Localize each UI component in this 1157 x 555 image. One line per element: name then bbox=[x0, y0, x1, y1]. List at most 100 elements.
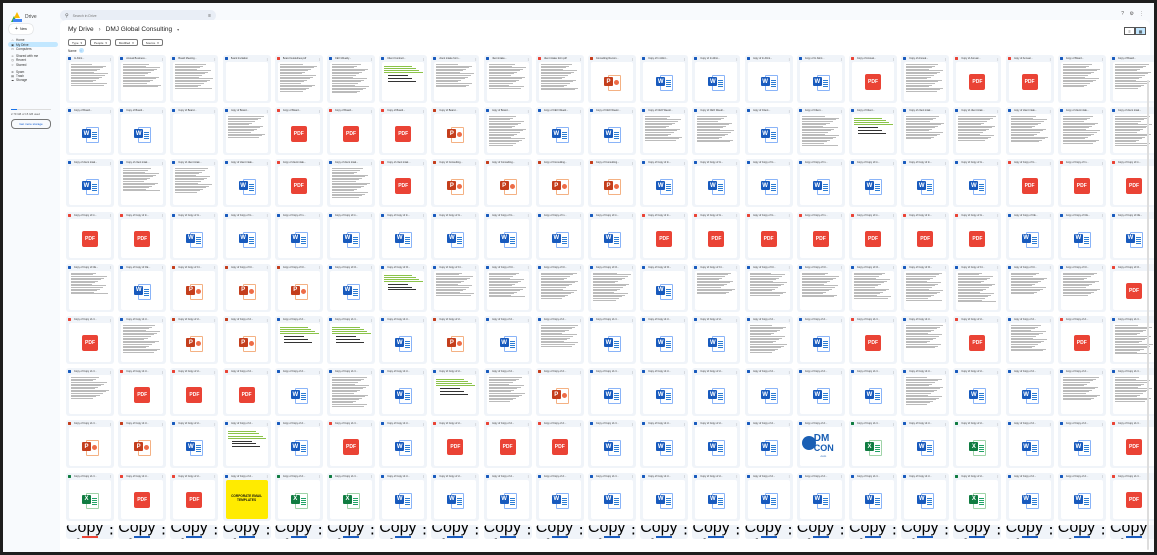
file-card[interactable]: Copy of Consulting... ⋮ P bbox=[483, 159, 532, 208]
more-options-icon[interactable]: ⋮ bbox=[109, 474, 112, 478]
file-card[interactable]: Copy of Copy of In... ⋮ PDF bbox=[118, 211, 167, 260]
filter-chip-type[interactable]: Type ▾ bbox=[68, 39, 87, 46]
file-card[interactable]: Copy of Copy of cl... ⋮ X bbox=[66, 472, 114, 521]
more-options-icon[interactable]: ⋮ bbox=[422, 265, 425, 269]
file-card[interactable]: Copy of In Alimt... ⋮ W bbox=[640, 55, 689, 103]
more-options-icon[interactable]: ⋮ bbox=[788, 422, 791, 426]
more-options-icon[interactable]: ⋮ bbox=[1101, 57, 1104, 61]
more-options-icon[interactable]: ⋮ bbox=[788, 213, 791, 217]
file-card[interactable]: Copy of Copy of cl...⋮ bbox=[640, 524, 689, 539]
file-card[interactable]: Copy of Copy of cl...⋮ bbox=[744, 316, 793, 364]
file-card[interactable]: Copy of Copy of In... ⋮ W bbox=[796, 159, 845, 208]
more-options-icon[interactable]: ⋮ bbox=[782, 525, 793, 539]
file-card[interactable]: Copy of Copy of cl...⋮ bbox=[66, 368, 114, 417]
file-card[interactable]: Copy of Copy of cl... ⋮ W bbox=[901, 420, 950, 469]
file-card[interactable]: Copy of Copy of cl... ⋮ W bbox=[744, 420, 793, 469]
more-options-icon[interactable]: ⋮ bbox=[422, 213, 425, 217]
more-options-icon[interactable]: ⋮ bbox=[1049, 318, 1052, 322]
more-options-icon[interactable]: ⋮ bbox=[266, 422, 269, 426]
filter-chip-people[interactable]: People ▾ bbox=[90, 39, 111, 46]
more-options-icon[interactable]: ⋮ bbox=[266, 265, 269, 269]
file-card[interactable]: Copy of Copy of cl...⋮ bbox=[274, 524, 323, 539]
more-options-icon[interactable]: ⋮ bbox=[266, 161, 269, 165]
file-card[interactable]: Copy of In Alimt... ⋮ W bbox=[744, 55, 793, 103]
file-card[interactable]: Copy of Copy of Cl... ⋮ bbox=[379, 263, 428, 312]
file-card[interactable]: Copy of Copy of cl...⋮ bbox=[327, 368, 375, 417]
more-options-icon[interactable]: ⋮ bbox=[944, 318, 947, 322]
more-options-icon[interactable]: ⋮ bbox=[370, 161, 373, 165]
file-card[interactable]: Copy of Copy of Cl... ⋮ W bbox=[327, 263, 375, 312]
file-card[interactable]: Copy of Copy of In... ⋮ PDF bbox=[1057, 159, 1106, 208]
more-options-icon[interactable]: ⋮ bbox=[579, 161, 582, 165]
file-card[interactable]: Copy of Copy of cl... ⋮ W bbox=[640, 368, 689, 417]
more-options-icon[interactable]: ⋮ bbox=[213, 318, 216, 322]
file-card[interactable]: Copy of client intak... ⋮ W bbox=[222, 159, 271, 208]
file-card[interactable]: Copy of Copy of cl... ⋮ W bbox=[379, 368, 428, 417]
file-card[interactable]: Copy of Copy of In... ⋮ W bbox=[431, 211, 480, 260]
more-options-icon[interactable]: ⋮ bbox=[318, 318, 321, 322]
file-card[interactable]: Copy of Copy of CE... ⋮ W bbox=[118, 263, 167, 312]
more-options-icon[interactable]: ⋮ bbox=[683, 57, 686, 61]
file-card[interactable]: Copy of Copy of In... ⋮ PDF bbox=[901, 211, 950, 260]
more-options-icon[interactable]: ⋮ bbox=[527, 161, 530, 165]
file-card[interactable]: Copy of Annual... ⋮ PDF bbox=[1005, 55, 1054, 103]
file-card[interactable]: Copy of Copy of cl...⋮ bbox=[1057, 368, 1106, 417]
file-card[interactable]: Consulting Recom... ⋮ P bbox=[588, 55, 636, 103]
file-card[interactable]: Copy of Copy of In... ⋮ W bbox=[274, 211, 323, 260]
more-options-icon[interactable]: ⋮ bbox=[840, 57, 843, 61]
more-options-icon[interactable]: ⋮ bbox=[213, 474, 216, 478]
more-options-icon[interactable]: ⋮ bbox=[788, 474, 791, 478]
more-options-icon[interactable]: ⋮ bbox=[735, 265, 738, 269]
file-card[interactable]: Copy of Copy of In... ⋮ W bbox=[379, 211, 428, 260]
more-options-icon[interactable]: ⋮ bbox=[944, 370, 947, 374]
file-card[interactable]: Copy of Copy of In... ⋮ W bbox=[849, 159, 897, 208]
file-card[interactable]: Copy of Copy of cl... ⋮ W bbox=[274, 420, 323, 469]
file-card[interactable]: Copy of Copy of Cl... ⋮ W bbox=[640, 263, 689, 312]
file-card[interactable]: Copy of Copy of cl... ⋮ W bbox=[953, 368, 1002, 417]
more-options-icon[interactable]: ⋮ bbox=[213, 109, 216, 113]
file-card[interactable]: Copy of Copy of cl... ⋮ PDF bbox=[118, 472, 167, 521]
more-options-icon[interactable]: ⋮ bbox=[1153, 370, 1154, 374]
more-options-icon[interactable]: ⋮ bbox=[161, 422, 164, 426]
file-card[interactable]: Copy of Board... ⋮ W bbox=[66, 107, 114, 156]
file-card[interactable]: Copy of Copy of CE... ⋮ W bbox=[1057, 211, 1106, 260]
more-options-icon[interactable]: ⋮ bbox=[161, 213, 164, 217]
file-card[interactable]: Copy of Consulting... ⋮ P bbox=[588, 159, 636, 208]
more-options-icon[interactable]: ⋮ bbox=[892, 109, 895, 113]
view-toggle[interactable]: ≡ ▦ bbox=[1124, 27, 1146, 35]
file-card[interactable]: Copy of Copy of cl... ⋮ PDF bbox=[170, 472, 219, 521]
more-options-icon[interactable]: ⋮ bbox=[573, 525, 584, 539]
more-options-icon[interactable]: ⋮ bbox=[266, 370, 269, 374]
file-card[interactable]: Copy of Copy of In... ⋮ PDF bbox=[692, 211, 741, 260]
more-options-icon[interactable]: ⋮ bbox=[474, 318, 477, 322]
file-card[interactable]: Copy of Copy of Cl... ⋮ bbox=[849, 263, 897, 312]
more-options-icon[interactable]: ⋮ bbox=[109, 422, 112, 426]
more-options-icon[interactable]: ⋮ bbox=[318, 57, 321, 61]
more-options-icon[interactable]: ⋮ bbox=[364, 525, 375, 539]
more-options-icon[interactable]: ⋮ bbox=[1101, 213, 1104, 217]
file-card[interactable]: Copy of Copy of In... ⋮ W bbox=[222, 211, 271, 260]
file-card[interactable]: Board Guidelines.pdf ⋮ bbox=[274, 55, 323, 103]
more-options-icon[interactable]: ⋮ bbox=[318, 422, 321, 426]
file-card[interactable]: Copy of Copy of In... ⋮ W bbox=[640, 159, 689, 208]
file-card[interactable]: Copy of client intak... ⋮ bbox=[1005, 107, 1054, 156]
more-options-icon[interactable]: ⋮ bbox=[422, 370, 425, 374]
breadcrumb-root[interactable]: My Drive bbox=[68, 26, 94, 33]
more-options-icon[interactable]: ⋮ bbox=[260, 525, 271, 539]
more-options-icon[interactable]: ⋮ bbox=[103, 525, 114, 539]
file-card[interactable]: Copy of Copy of cl... ⋮ X bbox=[327, 472, 375, 521]
file-card[interactable]: Copy of Copy of cl... ⋮ P bbox=[222, 316, 271, 364]
sort-control[interactable]: Name ↑ bbox=[68, 48, 84, 53]
file-card[interactable]: client intake form... ⋮ bbox=[431, 55, 480, 103]
file-card[interactable]: Copy of Copy of In... ⋮ PDF bbox=[66, 211, 114, 260]
sidebar-item-storage[interactable]: ☁ Storage bbox=[8, 78, 58, 82]
more-options-icon[interactable]: ⋮ bbox=[840, 265, 843, 269]
more-options-icon[interactable]: ⋮ bbox=[892, 370, 895, 374]
file-card[interactable]: Copy of CEO Weekl... ⋮ W bbox=[535, 107, 584, 156]
file-card[interactable]: Copy of Copy of cl... ⋮ W bbox=[640, 316, 689, 364]
file-card[interactable]: CEO Weekly... ⋮ bbox=[327, 55, 375, 103]
file-card[interactable]: Copy of Copy of cl... ⋮ W bbox=[588, 472, 636, 521]
file-card[interactable]: Copy of Copy of cl... ⋮ W bbox=[692, 472, 741, 521]
more-options-icon[interactable]: ⋮ bbox=[631, 213, 634, 217]
more-options-icon[interactable]: ⋮ bbox=[370, 109, 373, 113]
